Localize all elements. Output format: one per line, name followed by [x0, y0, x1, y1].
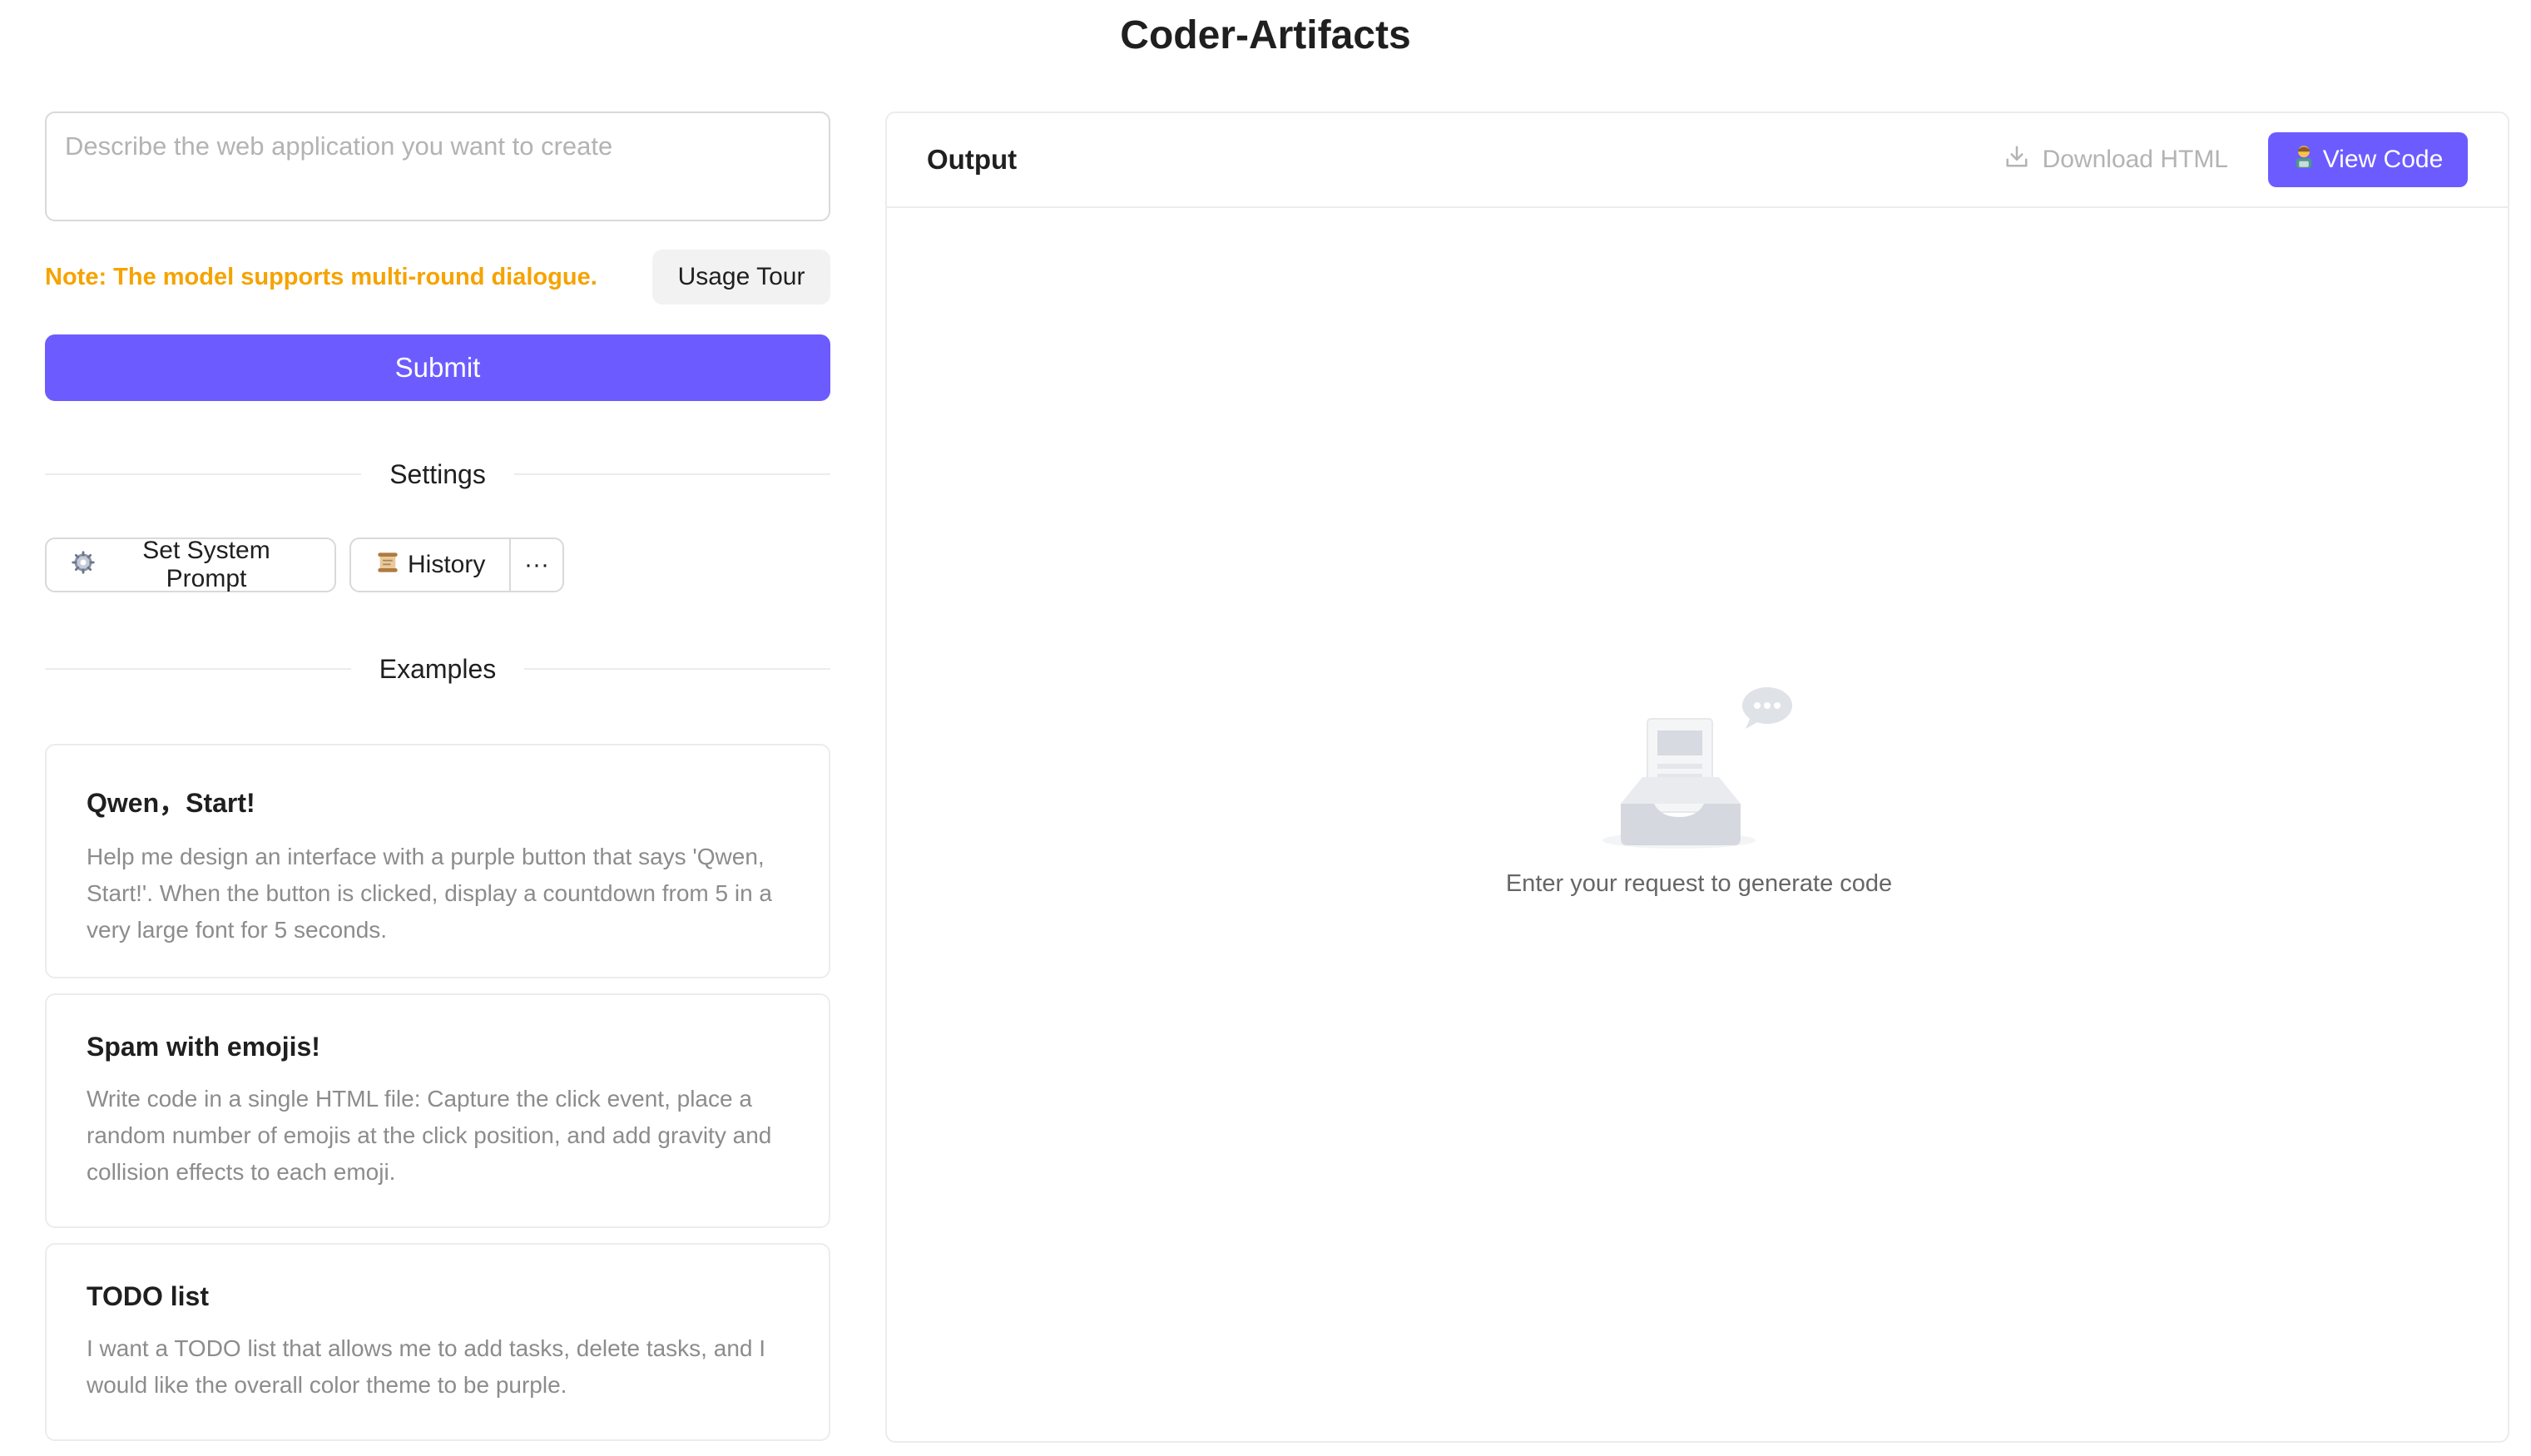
download-icon: [2004, 144, 2043, 176]
download-html-label: Download HTML: [2042, 146, 2228, 173]
example-title: TODO list: [87, 1281, 209, 1311]
gear-icon: [72, 550, 95, 580]
output-title: Output: [927, 144, 1018, 175]
left-panel: Note: The model supports multi-round dia…: [45, 111, 830, 1443]
examples-heading: Examples: [379, 653, 497, 684]
divider-line: [524, 668, 830, 670]
settings-actions: Set System Prompt History ···: [45, 537, 830, 592]
scroll-icon: [376, 551, 399, 580]
example-card-spam-emojis[interactable]: Spam with emojis! Write code in a single…: [45, 993, 830, 1228]
history-label: History: [408, 551, 486, 578]
empty-state-message: Enter your request to generate code: [1505, 870, 1893, 897]
settings-heading: Settings: [389, 458, 486, 489]
submit-button[interactable]: Submit: [45, 334, 830, 401]
set-system-prompt-label: Set System Prompt: [142, 537, 270, 592]
divider-line: [513, 473, 830, 475]
empty-state: Enter your request to generate code: [887, 687, 2511, 898]
history-button[interactable]: History: [349, 537, 511, 592]
output-panel: Output Download HTML View Code Enter you…: [885, 111, 2509, 1443]
empty-inbox-icon: [887, 687, 2511, 854]
set-system-prompt-button[interactable]: Set System Prompt: [45, 537, 336, 592]
page-title: Coder-Artifacts: [1120, 13, 1411, 57]
multi-round-note: Note: The model supports multi-round dia…: [45, 263, 597, 290]
technologist-icon: [2293, 144, 2323, 176]
examples-list: Qwen，Start! Help me design an interface …: [45, 744, 830, 1441]
history-button-group: History ···: [349, 537, 564, 592]
settings-divider: Settings: [45, 449, 830, 499]
example-card-todo-list[interactable]: TODO list I want a TODO list that allows…: [45, 1243, 830, 1441]
example-title: Spam with emojis!: [87, 1032, 320, 1062]
example-description: Write code in a single HTML file: Captur…: [87, 1086, 772, 1185]
example-title: Qwen，Start!: [87, 788, 255, 818]
divider-line: [45, 668, 351, 670]
view-code-label: View Code: [2322, 146, 2444, 173]
example-description: I want a TODO list that allows me to add…: [87, 1335, 766, 1398]
output-actions: Download HTML View Code: [1999, 132, 2468, 187]
usage-tour-button[interactable]: Usage Tour: [652, 250, 830, 305]
note-row: Note: The model supports multi-round dia…: [45, 250, 830, 305]
view-code-button[interactable]: View Code: [2268, 132, 2468, 187]
divider-line: [45, 473, 362, 475]
prompt-input[interactable]: [45, 111, 830, 221]
more-options-button[interactable]: ···: [511, 537, 564, 592]
output-header: Output Download HTML View Code: [887, 113, 2508, 208]
examples-divider: Examples: [45, 644, 830, 694]
download-html-button[interactable]: Download HTML: [1999, 143, 2233, 176]
example-description: Help me design an interface with a purpl…: [87, 844, 772, 943]
example-card-qwen-start[interactable]: Qwen，Start! Help me design an interface …: [45, 744, 830, 978]
